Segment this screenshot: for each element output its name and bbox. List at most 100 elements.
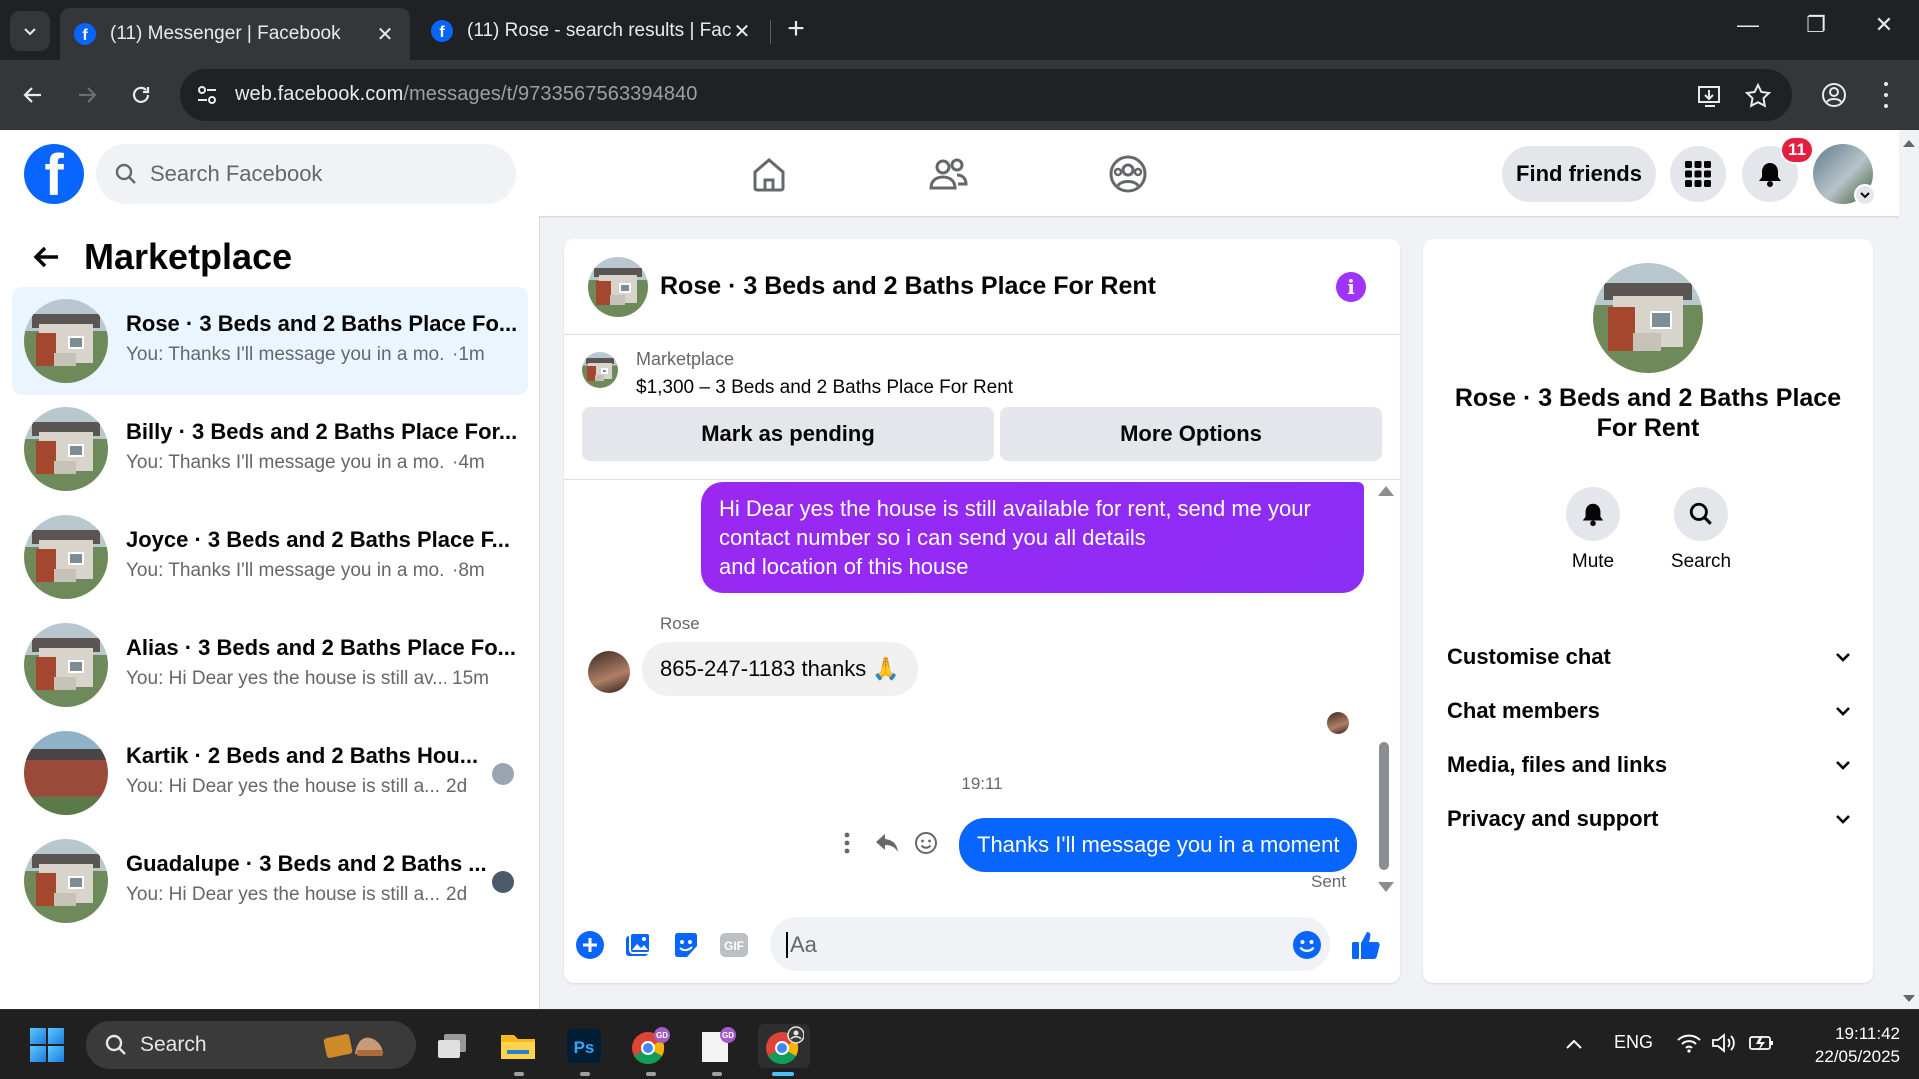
conversation-item[interactable]: Joyce · 3 Beds and 2 Baths Place F... Yo… xyxy=(12,503,528,611)
show-hidden-icons-chevron-up-icon[interactable] xyxy=(1564,1036,1584,1052)
customise-chat-section[interactable]: Customise chat xyxy=(1447,632,1853,682)
chat-members-section[interactable]: Chat members xyxy=(1447,686,1853,736)
gif-icon[interactable]: GIF xyxy=(718,929,750,961)
media-files-links-section[interactable]: Media, files and links xyxy=(1447,740,1853,790)
install-app-icon[interactable] xyxy=(1696,82,1724,110)
listing-price[interactable]: $1,300 – 3 Beds and 2 Baths Place For Re… xyxy=(636,377,1013,399)
message-scrollbar[interactable] xyxy=(1379,742,1389,870)
address-bar[interactable]: web.facebook.com/messages/t/973356756339… xyxy=(180,69,1792,121)
outgoing-message[interactable]: Thanks I'll message you in a moment xyxy=(959,818,1358,872)
more-actions-icon[interactable] xyxy=(832,828,862,858)
chat-avatar[interactable] xyxy=(588,257,648,317)
search-conversation-button[interactable]: Search xyxy=(1661,487,1741,573)
page-scrollbar[interactable] xyxy=(1899,130,1919,1009)
sender-avatar[interactable] xyxy=(588,651,630,693)
privacy-support-section[interactable]: Privacy and support xyxy=(1447,794,1853,844)
tab-messenger[interactable]: f (11) Messenger | Facebook ✕ xyxy=(60,8,410,60)
tab-rose-search[interactable]: f (11) Rose - search results | Facebook … xyxy=(417,10,767,52)
back-button[interactable] xyxy=(16,78,50,112)
scroll-down-arrow[interactable] xyxy=(1378,882,1394,892)
sidebar-title: Marketplace xyxy=(84,236,293,277)
mute-button[interactable]: Mute xyxy=(1553,487,1633,573)
chrome-profile-gd-icon[interactable]: GD xyxy=(628,1024,672,1068)
scroll-down-arrow-icon[interactable] xyxy=(1899,988,1919,1008)
reply-icon[interactable] xyxy=(872,828,902,858)
minimize-button[interactable]: — xyxy=(1728,12,1768,38)
app-running-indicator xyxy=(646,1072,656,1076)
search-highlight-icon xyxy=(323,1034,383,1058)
attach-image-icon[interactable] xyxy=(622,929,654,961)
account-chevron-icon[interactable] xyxy=(1854,184,1876,206)
home-icon[interactable] xyxy=(747,152,791,196)
emoji-icon[interactable] xyxy=(1292,930,1322,960)
message-input[interactable]: Aa xyxy=(770,917,1330,971)
scroll-up-arrow[interactable] xyxy=(1378,486,1394,496)
more-actions-plus-icon[interactable] xyxy=(574,929,606,961)
wifi-icon[interactable] xyxy=(1676,1032,1702,1054)
close-tab-icon[interactable]: ✕ xyxy=(374,22,396,47)
browser-tab-bar: f (11) Messenger | Facebook ✕ f (11) Ros… xyxy=(0,0,1919,60)
chrome-active-icon[interactable] xyxy=(758,1024,810,1068)
forward-button[interactable] xyxy=(70,78,104,112)
conversation-item[interactable]: Kartik · 2 Beds and 2 Baths Hou... You: … xyxy=(12,719,528,827)
language-indicator[interactable]: ENG xyxy=(1614,1032,1653,1053)
svg-text:GD: GD xyxy=(656,1031,668,1040)
conversation-item[interactable]: Guadalupe · 3 Beds and 2 Baths ... You: … xyxy=(12,827,528,935)
conversation-item[interactable]: Alias · 3 Beds and 2 Baths Place Fo... Y… xyxy=(12,611,528,719)
facebook-logo[interactable]: f xyxy=(24,144,84,204)
profile-icon[interactable] xyxy=(1820,81,1848,109)
thumbs-up-icon[interactable] xyxy=(1350,929,1382,961)
conversation-item[interactable]: Rose · 3 Beds and 2 Baths Place Fo... Yo… xyxy=(12,287,528,395)
listing-thumbnail[interactable] xyxy=(582,352,618,388)
bookmark-star-icon[interactable] xyxy=(1744,82,1772,110)
system-clock[interactable]: 19:11:42 22/05/2025 xyxy=(1790,1022,1900,1068)
back-arrow-icon[interactable] xyxy=(30,240,64,274)
close-tab-icon[interactable]: ✕ xyxy=(731,19,753,44)
listing-avatar xyxy=(24,299,108,383)
info-icon[interactable]: i xyxy=(1336,272,1366,302)
new-tab-button[interactable]: + xyxy=(780,14,812,46)
more-options-button[interactable]: More Options xyxy=(1000,407,1382,461)
sticker-icon[interactable] xyxy=(670,929,702,961)
restore-button[interactable]: ❐ xyxy=(1796,12,1836,38)
site-info-icon[interactable] xyxy=(194,82,220,108)
battery-charging-icon[interactable] xyxy=(1748,1032,1776,1054)
incoming-message[interactable]: 865-247-1183 thanks 🙏 xyxy=(642,642,918,696)
notepad-gd-icon[interactable]: GD xyxy=(694,1024,738,1068)
preview-time: 2d xyxy=(446,884,468,905)
task-view-icon[interactable] xyxy=(430,1024,474,1068)
conversation-item[interactable]: Billy · 3 Beds and 2 Baths Place For... … xyxy=(12,395,528,503)
chat-title[interactable]: Rose · 3 Beds and 2 Baths Place For Rent xyxy=(660,272,1156,301)
browser-menu-icon[interactable] xyxy=(1876,78,1896,112)
listing-avatar xyxy=(24,731,108,815)
info-avatar[interactable] xyxy=(1593,263,1703,373)
friends-icon[interactable] xyxy=(926,152,970,196)
conversation-preview: You: Thanks I'll message you in a mo... ·… xyxy=(126,344,485,366)
reload-button[interactable] xyxy=(124,78,158,112)
volume-icon[interactable] xyxy=(1711,1032,1737,1054)
app-active-indicator xyxy=(772,1072,794,1076)
app-running-indicator xyxy=(514,1072,524,1076)
seen-avatar xyxy=(492,871,514,893)
scroll-up-arrow-icon[interactable] xyxy=(1899,134,1919,154)
menu-button[interactable] xyxy=(1670,146,1726,202)
close-window-button[interactable]: ✕ xyxy=(1864,12,1904,38)
find-friends-button[interactable]: Find friends xyxy=(1502,146,1656,202)
taskbar-search[interactable]: Search xyxy=(86,1021,416,1069)
windows-taskbar: Search Ps GD GD ENG 19:11:42 22/05/2025 xyxy=(0,1009,1919,1079)
file-explorer-icon[interactable] xyxy=(496,1024,540,1068)
listing-label: Marketplace xyxy=(636,349,735,369)
app-running-indicator xyxy=(712,1072,722,1076)
mark-as-pending-button[interactable]: Mark as pending xyxy=(582,407,994,461)
chevron-down-icon xyxy=(1836,815,1850,824)
tab-list-button[interactable] xyxy=(10,11,50,51)
windows-start-icon[interactable] xyxy=(30,1028,64,1062)
photoshop-icon[interactable]: Ps xyxy=(562,1024,606,1068)
svg-text:GD: GD xyxy=(722,1031,734,1040)
groups-icon[interactable] xyxy=(1106,152,1150,196)
outgoing-message[interactable]: Hi Dear yes the house is still available… xyxy=(701,482,1364,593)
react-emoji-icon[interactable] xyxy=(911,828,941,858)
preview-time: 15m xyxy=(452,668,489,689)
url-path: /messages/t/9733567563394840 xyxy=(403,83,698,105)
facebook-search-input[interactable]: Search Facebook xyxy=(96,144,516,204)
